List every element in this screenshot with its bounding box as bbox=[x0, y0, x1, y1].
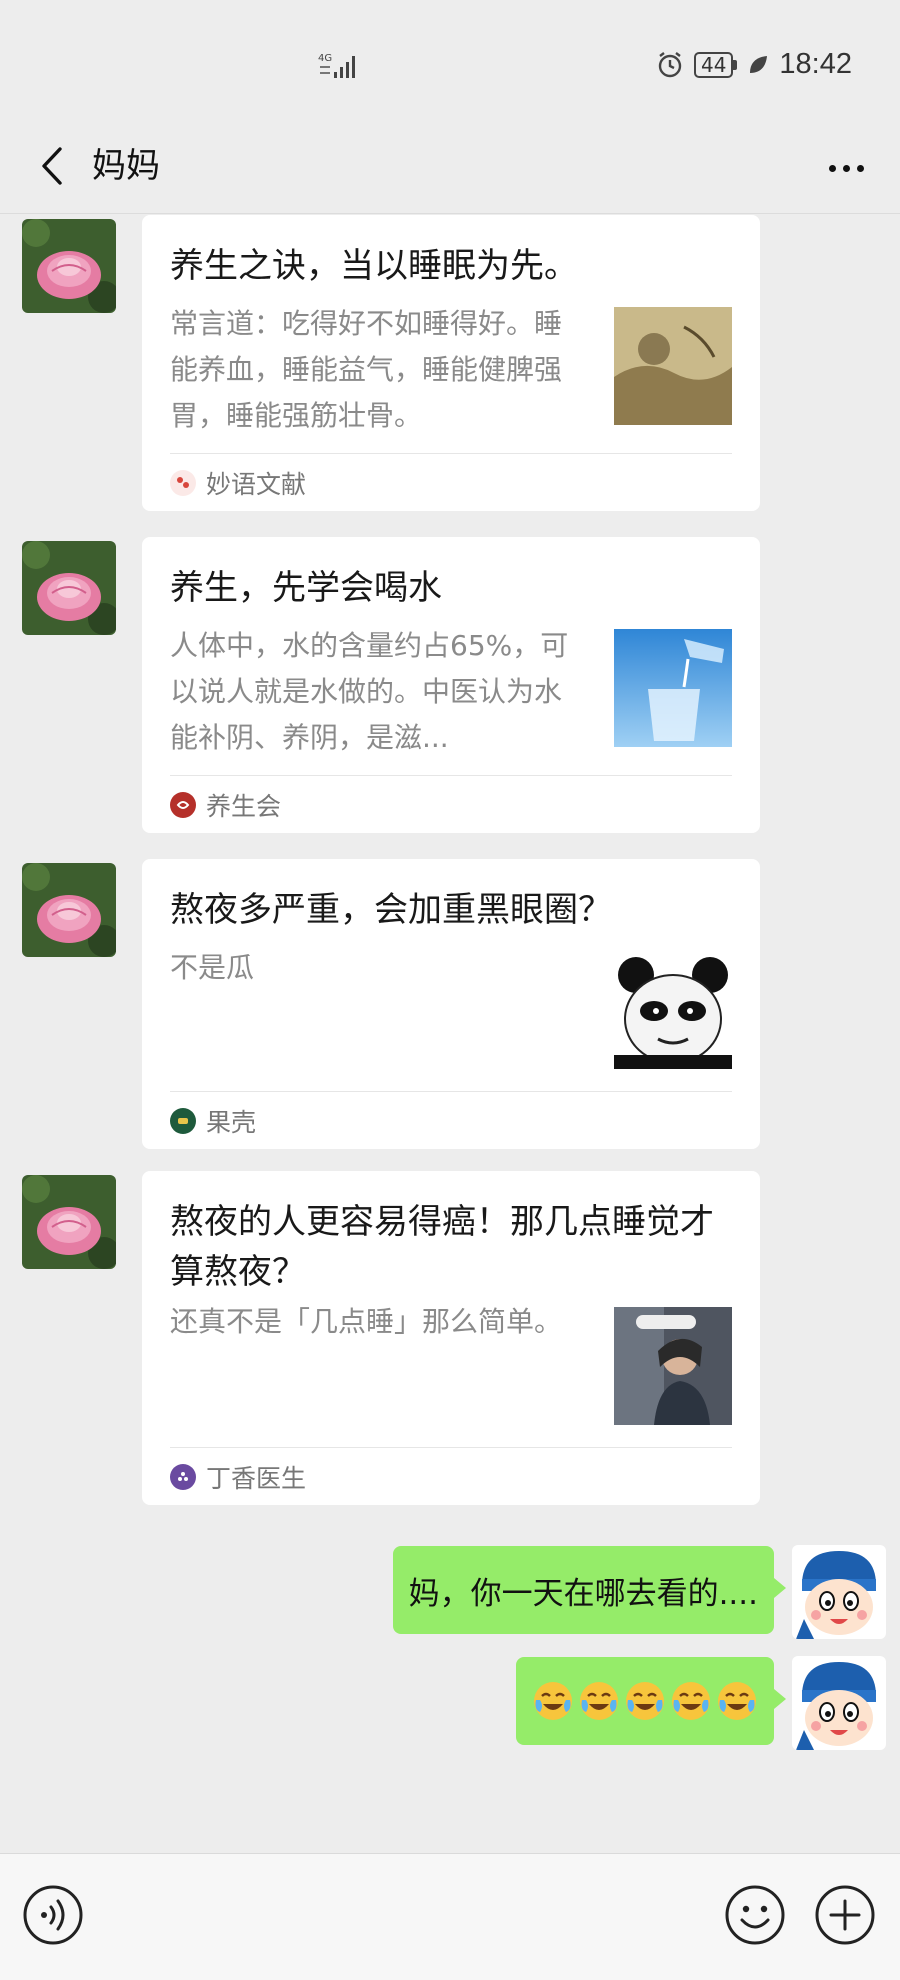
source-name: 丁香医生 bbox=[206, 1464, 307, 1493]
source-name: 养生会 bbox=[206, 792, 282, 821]
avatar-mom[interactable] bbox=[22, 863, 116, 957]
avatar-self[interactable] bbox=[792, 1545, 886, 1639]
laughing-crying-emoji-icon bbox=[626, 1682, 664, 1720]
article-thumbnail bbox=[614, 307, 732, 425]
network-type-label: 4G bbox=[318, 53, 332, 64]
source-logo-icon bbox=[170, 1464, 196, 1490]
back-arrow-icon bbox=[42, 147, 62, 185]
message-input[interactable] bbox=[108, 1874, 698, 1956]
message-row: 养生之诀，当以睡眠为先。 常言道：吃得好不如睡得好。睡能养血，睡能益气，睡能健脾… bbox=[0, 215, 900, 515]
emoji-sequence bbox=[532, 1680, 758, 1722]
article-thumbnail bbox=[614, 1307, 732, 1425]
source-name: 果壳 bbox=[206, 1108, 257, 1137]
article-source: 丁香医生 bbox=[170, 1459, 306, 1495]
voice-icon[interactable] bbox=[22, 1884, 84, 1946]
painting-thumbnail-icon bbox=[614, 307, 732, 425]
laughing-crying-emoji-icon bbox=[534, 1682, 572, 1720]
cartoon-character-avatar-icon bbox=[792, 1545, 886, 1639]
laughing-crying-emoji-icon bbox=[718, 1682, 756, 1720]
source-logo-icon bbox=[170, 792, 196, 818]
message-row: 养生，先学会喝水 人体中，水的含量约占65%，可以说人就是水做的。中医认为水能补… bbox=[0, 537, 900, 837]
article-card[interactable]: 熬夜多严重，会加重黑眼圈？ 不是瓜 果壳 bbox=[142, 859, 760, 1149]
more-button[interactable] bbox=[816, 140, 876, 196]
message-row bbox=[0, 1656, 900, 1756]
avatar-mom[interactable] bbox=[22, 1175, 116, 1269]
article-thumbnail bbox=[614, 951, 732, 1069]
plus-icon[interactable] bbox=[814, 1884, 876, 1946]
power-saving-leaf-icon bbox=[750, 55, 768, 73]
cartoon-character-avatar-icon bbox=[792, 1656, 886, 1750]
battery-level: 44 bbox=[693, 51, 734, 78]
chat-title: 妈妈 bbox=[92, 146, 160, 186]
article-summary: 还真不是「几点睡」那么简单。 bbox=[170, 1305, 563, 1338]
avatar-self[interactable] bbox=[792, 1656, 886, 1750]
emoji-icon[interactable] bbox=[724, 1884, 786, 1946]
article-card[interactable]: 养生，先学会喝水 人体中，水的含量约占65%，可以说人就是水做的。中医认为水能补… bbox=[142, 537, 760, 833]
article-summary: 人体中，水的含量约占65%，可以说人就是水做的。中医认为水能补阴、养阴，是滋..… bbox=[170, 629, 569, 754]
source-logo-icon bbox=[170, 470, 196, 496]
article-title: 养生，先学会喝水 bbox=[170, 568, 442, 608]
rose-avatar-icon bbox=[22, 1175, 116, 1269]
article-summary: 不是瓜 bbox=[170, 951, 255, 984]
article-summary: 常言道：吃得好不如睡得好。睡能养血，睡能益气，睡能健脾强胃，睡能强筋壮骨。 bbox=[170, 307, 563, 432]
status-bar: 4G 44 18:42 bbox=[0, 0, 900, 120]
article-title: 熬夜的人更容易得癌！那几点睡觉才算熬夜？ bbox=[170, 1202, 714, 1292]
water-glass-thumbnail-icon bbox=[614, 629, 732, 747]
signal-icon: 4G bbox=[318, 53, 355, 78]
message-row: 妈，你一天在哪去看的.... bbox=[0, 1545, 900, 1645]
chat-header: 妈妈 bbox=[0, 120, 900, 214]
article-source: 果壳 bbox=[170, 1103, 256, 1139]
message-row: 熬夜多严重，会加重黑眼圈？ 不是瓜 果壳 bbox=[0, 859, 900, 1149]
input-bar bbox=[0, 1853, 900, 1980]
battery-indicator: 44 bbox=[693, 51, 738, 78]
sent-emoji-bubble[interactable] bbox=[516, 1657, 786, 1745]
article-title: 养生之诀，当以睡眠为先。 bbox=[170, 246, 578, 286]
panda-meme-thumbnail-icon bbox=[614, 951, 732, 1069]
article-thumbnail bbox=[614, 629, 732, 747]
clock-time: 18:42 bbox=[779, 48, 852, 80]
message-list[interactable]: 养生之诀，当以睡眠为先。 常言道：吃得好不如睡得好。睡能养血，睡能益气，睡能健脾… bbox=[0, 215, 900, 1853]
rose-avatar-icon bbox=[22, 219, 116, 313]
message-text: 妈，你一天在哪去看的.... bbox=[408, 1575, 758, 1612]
laughing-crying-emoji-icon bbox=[580, 1682, 618, 1720]
article-card[interactable]: 养生之诀，当以睡眠为先。 常言道：吃得好不如睡得好。睡能养血，睡能益气，睡能健脾… bbox=[142, 215, 760, 511]
back-button[interactable] bbox=[24, 136, 80, 196]
source-logo-icon bbox=[170, 1108, 196, 1134]
source-name: 妙语文献 bbox=[206, 470, 307, 499]
article-card[interactable]: 熬夜的人更容易得癌！那几点睡觉才算熬夜？ 还真不是「几点睡」那么简单。 丁香医生 bbox=[142, 1171, 760, 1505]
rose-avatar-icon bbox=[22, 863, 116, 957]
article-title: 熬夜多严重，会加重黑眼圈？ bbox=[170, 890, 612, 930]
article-source: 妙语文献 bbox=[170, 465, 306, 501]
more-icon bbox=[828, 164, 836, 172]
message-row: 熬夜的人更容易得癌！那几点睡觉才算熬夜？ 还真不是「几点睡」那么简单。 丁香医生 bbox=[0, 1171, 900, 1511]
article-source: 养生会 bbox=[170, 787, 281, 823]
avatar-mom[interactable] bbox=[22, 219, 116, 313]
tired-person-thumbnail-icon bbox=[614, 1307, 732, 1425]
sent-text-bubble[interactable]: 妈，你一天在哪去看的.... bbox=[392, 1546, 787, 1634]
rose-avatar-icon bbox=[22, 541, 116, 635]
laughing-crying-emoji-icon bbox=[672, 1682, 710, 1720]
avatar-mom[interactable] bbox=[22, 541, 116, 635]
alarm-icon bbox=[658, 51, 682, 77]
